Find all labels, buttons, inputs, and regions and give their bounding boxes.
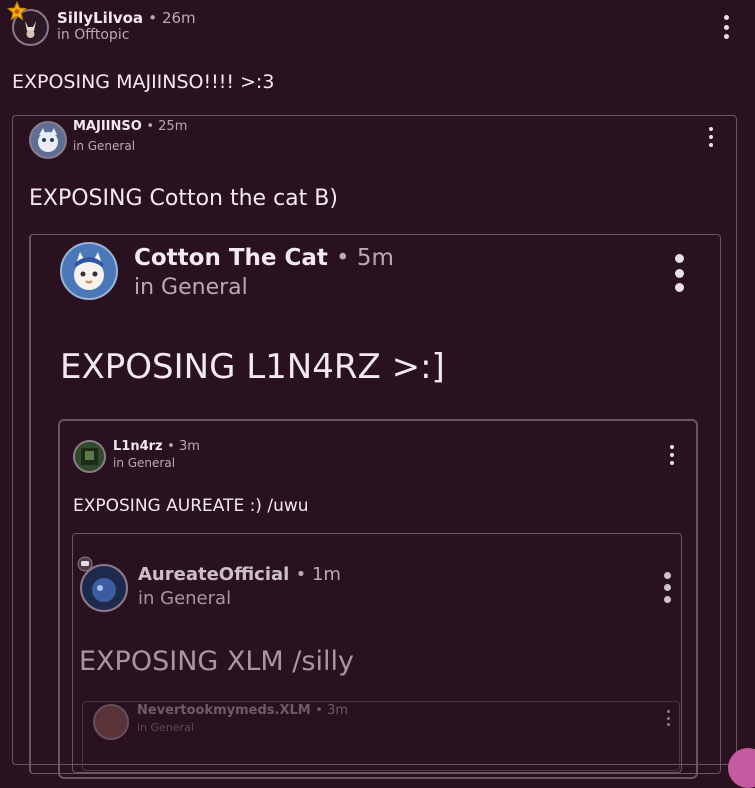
post-text: EXPOSING L1N4RZ >:]	[60, 347, 445, 387]
community-label[interactable]: in General	[73, 139, 135, 153]
more-options-icon[interactable]	[668, 445, 676, 465]
post-text: EXPOSING Cotton the cat B)	[29, 186, 338, 211]
post-text: EXPOSING AUREATE :) /uwu	[73, 496, 309, 516]
avatar-image-icon	[92, 578, 116, 602]
community-label[interactable]: in General	[137, 721, 194, 734]
more-options-icon[interactable]	[674, 254, 685, 292]
cat-avatar-icon	[38, 128, 58, 152]
community-label[interactable]: in General	[138, 588, 231, 609]
avatar[interactable]	[93, 704, 129, 740]
quoted-post-nevertookmymeds-xlm[interactable]: Nevertookmymeds.XLM • 3m in General	[82, 701, 680, 771]
star-badge-icon	[7, 1, 27, 21]
cat-avatar-icon	[74, 252, 104, 290]
post-text: EXPOSING XLM /silly	[79, 646, 354, 677]
more-options-icon[interactable]	[707, 127, 715, 147]
floating-action-button[interactable]	[728, 748, 755, 788]
community-label[interactable]: in Offtopic	[57, 27, 129, 43]
avatar[interactable]	[73, 440, 106, 473]
community-label[interactable]: in General	[113, 456, 175, 470]
more-options-icon[interactable]	[721, 15, 731, 39]
more-options-icon[interactable]	[663, 572, 672, 603]
avatar-image-icon	[81, 448, 98, 465]
username[interactable]: SillyLilvoa • 26m	[57, 9, 196, 27]
more-options-icon[interactable]	[665, 710, 671, 726]
username[interactable]: MAJIINSO • 25m	[73, 119, 187, 134]
community-label[interactable]: in General	[134, 275, 248, 300]
avatar[interactable]	[60, 242, 118, 300]
username[interactable]: Nevertookmymeds.XLM • 3m	[137, 703, 348, 718]
username[interactable]: AureateOfficial • 1m	[138, 564, 341, 585]
username[interactable]: Cotton The Cat • 5m	[134, 245, 394, 271]
post-text: EXPOSING MAJIINSO!!!! >:3	[12, 71, 275, 93]
username[interactable]: L1n4rz • 3m	[113, 439, 200, 454]
avatar[interactable]	[29, 121, 67, 159]
chat-badge-icon	[77, 556, 93, 572]
